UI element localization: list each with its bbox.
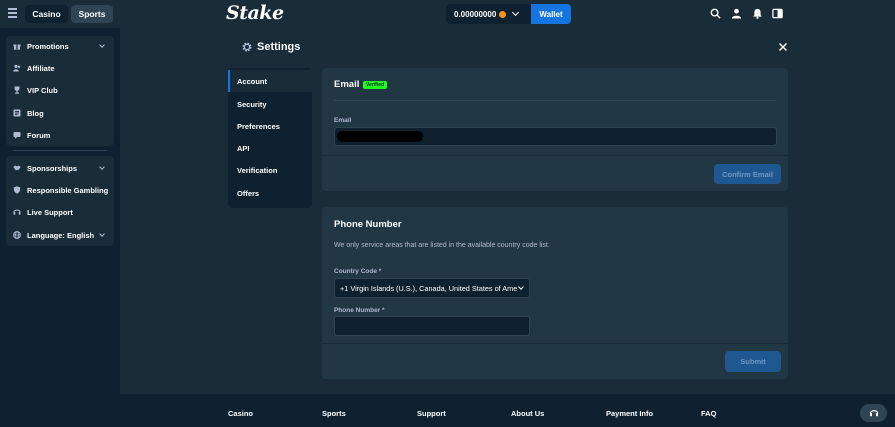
sidebar-item-forum[interactable]: Forum bbox=[6, 126, 114, 144]
sports-toggle-button[interactable]: Sports bbox=[71, 5, 113, 23]
globe-icon bbox=[13, 231, 21, 239]
sidebar-divider bbox=[13, 150, 107, 151]
sidebar-item-vip-club[interactable]: VIP Club bbox=[6, 81, 114, 99]
sidebar-item-responsible-gambling[interactable]: Responsible Gambling bbox=[6, 181, 114, 199]
email-card-title: Email bbox=[334, 79, 360, 90]
live-chat-button[interactable] bbox=[860, 404, 887, 422]
phone-card-title: Phone Number bbox=[334, 219, 402, 230]
bitcoin-icon bbox=[499, 10, 507, 18]
sidebar-group-secondary: Sponsorships Responsible Gambling Live S… bbox=[6, 156, 114, 246]
sidebar-item-label: Live Support bbox=[27, 207, 73, 217]
headset-icon bbox=[13, 208, 21, 216]
tab-account[interactable]: Account bbox=[228, 70, 312, 92]
sidebar-item-sponsorships[interactable]: Sponsorships bbox=[6, 159, 114, 177]
card-footer-divider bbox=[322, 343, 788, 344]
sidebar-group-main: Promotions Affiliate VIP Club Blog Forum bbox=[6, 36, 114, 146]
balance-selector[interactable]: 0.00000000 bbox=[446, 4, 531, 24]
footer-link-about-us[interactable]: About Us bbox=[511, 409, 544, 418]
forum-icon bbox=[13, 131, 21, 139]
stake-logo[interactable]: Stake bbox=[226, 2, 284, 24]
chevron-down-icon bbox=[99, 42, 105, 48]
email-field-label: Email bbox=[334, 117, 352, 124]
casino-toggle-button[interactable]: Casino bbox=[25, 5, 68, 23]
chevron-down-icon bbox=[99, 164, 105, 170]
headset-icon bbox=[869, 410, 878, 417]
search-icon[interactable] bbox=[710, 8, 721, 19]
sidebar-item-label: Sponsorships bbox=[27, 163, 78, 173]
phone-number-field[interactable] bbox=[334, 316, 530, 336]
card-footer-divider bbox=[322, 155, 788, 156]
tab-verification[interactable]: Verification bbox=[228, 159, 312, 181]
country-code-select[interactable]: +1 Virgin Islands (U.S.), Canada, United… bbox=[334, 278, 530, 298]
chevron-down-icon bbox=[99, 231, 105, 237]
sidebar-item-label: Language: English bbox=[27, 230, 95, 240]
sidebar-item-label: Affiliate bbox=[27, 63, 55, 73]
sidebar-item-affiliate[interactable]: Affiliate bbox=[6, 59, 114, 77]
sidebar-toggle-icon[interactable] bbox=[772, 8, 783, 19]
settings-menu: Account Security Preferences API Verific… bbox=[228, 68, 312, 208]
email-field[interactable] bbox=[334, 127, 777, 146]
blog-icon bbox=[13, 109, 21, 117]
chevron-down-icon bbox=[518, 284, 524, 290]
user-icon[interactable] bbox=[731, 8, 742, 19]
phone-number-label: Phone Number * bbox=[334, 307, 385, 314]
submit-button[interactable]: Submit bbox=[725, 351, 781, 372]
page-title: Settings bbox=[242, 41, 300, 53]
sidebar-item-blog[interactable]: Blog bbox=[6, 104, 114, 122]
chevron-down-icon bbox=[512, 8, 520, 17]
shield-icon bbox=[13, 186, 21, 194]
tab-security[interactable]: Security bbox=[228, 93, 312, 115]
handshake-icon bbox=[13, 164, 21, 172]
top-bar: Casino Sports Stake 0.00000000 Wallet bbox=[0, 0, 895, 28]
tab-preferences[interactable]: Preferences bbox=[228, 115, 312, 137]
country-code-label: Country Code * bbox=[334, 268, 382, 275]
sidebar-item-label: VIP Club bbox=[27, 85, 58, 95]
card-divider bbox=[334, 100, 776, 101]
sidebar-item-language[interactable]: Language: English bbox=[6, 226, 114, 244]
settings-title-text: Settings bbox=[257, 41, 301, 53]
bell-icon[interactable] bbox=[752, 8, 763, 19]
gift-icon bbox=[13, 42, 21, 50]
footer-link-faq[interactable]: FAQ bbox=[701, 409, 716, 418]
users-icon bbox=[13, 64, 21, 72]
footer-link-casino[interactable]: Casino bbox=[228, 409, 253, 418]
footer-link-support[interactable]: Support bbox=[417, 409, 446, 418]
confirm-email-button[interactable]: Confirm Email bbox=[714, 164, 781, 184]
trophy-icon bbox=[13, 86, 21, 94]
redaction-mark bbox=[337, 131, 423, 142]
sidebar-item-label: Forum bbox=[27, 130, 51, 140]
footer-link-sports[interactable]: Sports bbox=[322, 409, 346, 418]
sidebar-item-promotions[interactable]: Promotions bbox=[6, 37, 114, 55]
gear-icon bbox=[242, 42, 252, 52]
balance-amount: 0.00000000 bbox=[454, 9, 497, 19]
close-icon[interactable] bbox=[778, 42, 788, 52]
sidebar-item-label: Promotions bbox=[27, 41, 69, 51]
footer-link-payment-info[interactable]: Payment Info bbox=[606, 409, 653, 418]
tab-api[interactable]: API bbox=[228, 137, 312, 159]
country-code-value: +1 Virgin Islands (U.S.), Canada, United… bbox=[340, 283, 518, 293]
sidebar-item-live-support[interactable]: Live Support bbox=[6, 203, 114, 221]
wallet-button[interactable]: Wallet bbox=[531, 4, 571, 24]
sidebar-item-label: Blog bbox=[27, 108, 44, 118]
sidebar-item-label: Responsible Gambling bbox=[27, 185, 109, 195]
phone-card-note: We only service areas that are listed in… bbox=[334, 242, 550, 249]
tab-offers[interactable]: Offers bbox=[228, 182, 312, 204]
verified-badge: Verified bbox=[363, 81, 388, 89]
menu-icon[interactable] bbox=[8, 8, 17, 18]
